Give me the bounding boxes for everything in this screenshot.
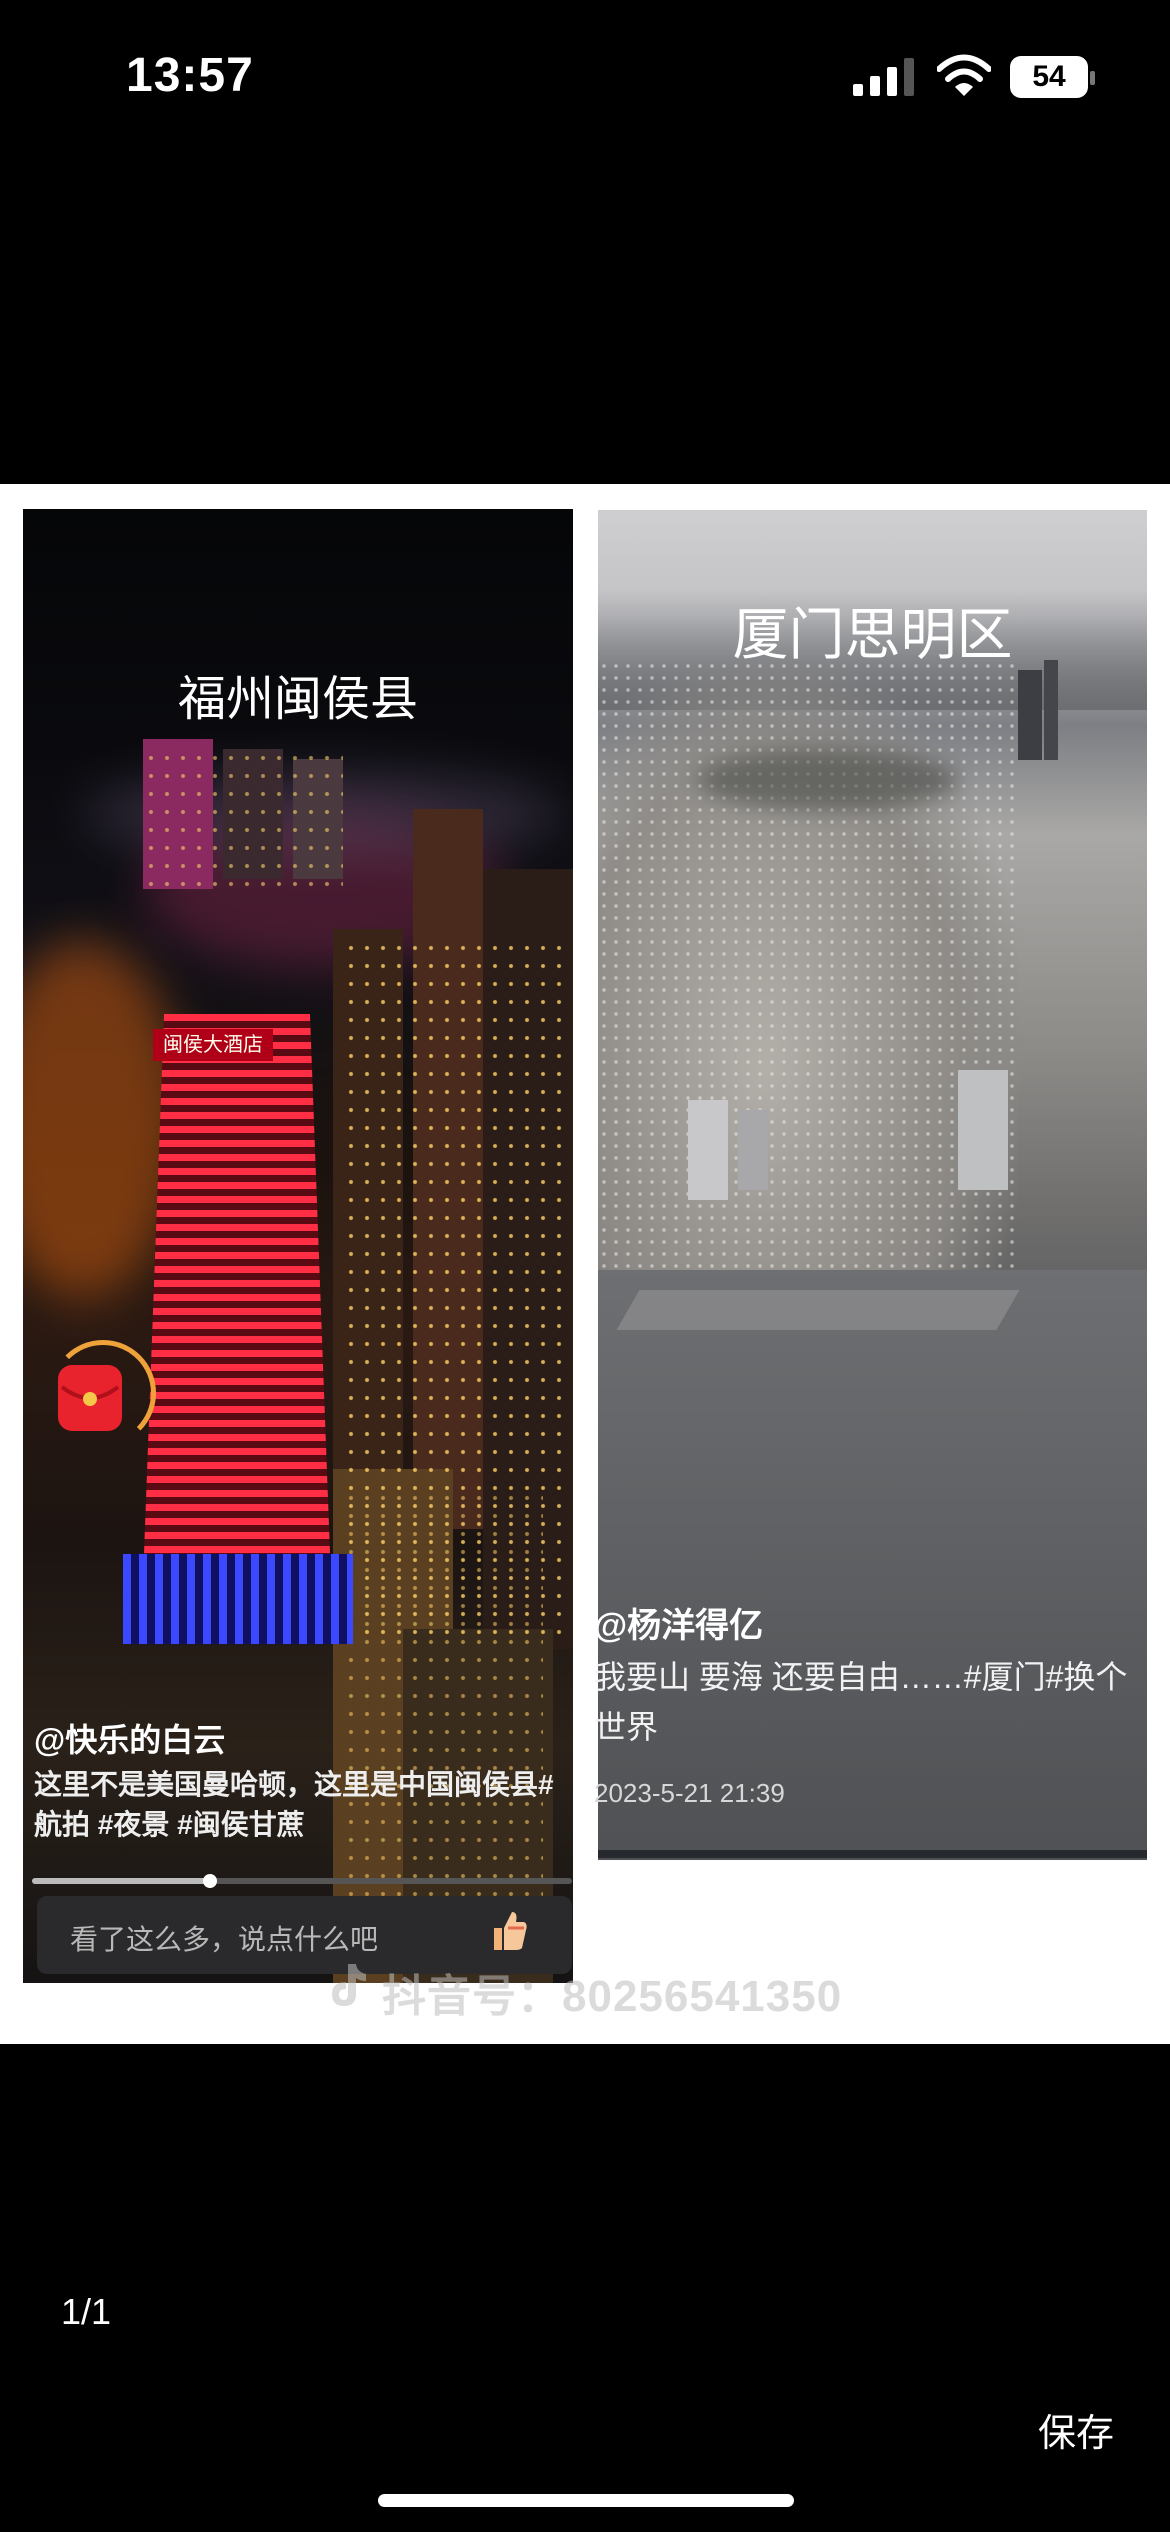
right-date: 2023-5-21 21:39: [594, 1778, 785, 1808]
right-title: 厦门思明区: [732, 603, 1013, 666]
comment-placeholder: 看了这么多，说点什么吧: [70, 1924, 379, 1955]
left-caption: 这里不是美国曼哈顿，这里是中国闽侯县#航拍 #夜景 #闽侯甘蔗: [34, 1769, 554, 1840]
right-caption: 我要山 要海 还要自由……#厦门#换个世界: [594, 1659, 1128, 1745]
battery-tip: [1090, 71, 1095, 85]
tower-sign: 闽侯大酒店: [153, 1029, 273, 1061]
save-button[interactable]: 保存: [1038, 2402, 1114, 2457]
home-indicator[interactable]: [378, 2494, 794, 2507]
left-video-screenshot: 闽侯大酒店 福州闽侯县: [23, 509, 573, 1983]
watermark: 抖音号：80256541350: [382, 1972, 843, 2021]
cellular-signal-icon: [853, 58, 914, 96]
left-username[interactable]: @快乐的白云: [34, 1715, 225, 1761]
wifi-icon: [937, 54, 991, 96]
thumbs-up-icon[interactable]: [488, 1908, 528, 1952]
douyin-logo-icon: [332, 1964, 366, 2006]
video-progress-fill: [32, 1878, 211, 1884]
page-counter: 1/1: [61, 2291, 112, 2332]
red-packet-icon[interactable]: [58, 1365, 122, 1431]
status-time: 13:57: [126, 49, 254, 102]
hotel-tower: [141, 1014, 333, 1634]
battery-indicator: 54: [1010, 56, 1088, 98]
tower-base: [123, 1554, 353, 1644]
right-panel-bottom-bar: [598, 1850, 1147, 1858]
left-title: 福州闽侯县: [177, 673, 418, 726]
right-username[interactable]: @杨洋得亿: [594, 1598, 763, 1647]
